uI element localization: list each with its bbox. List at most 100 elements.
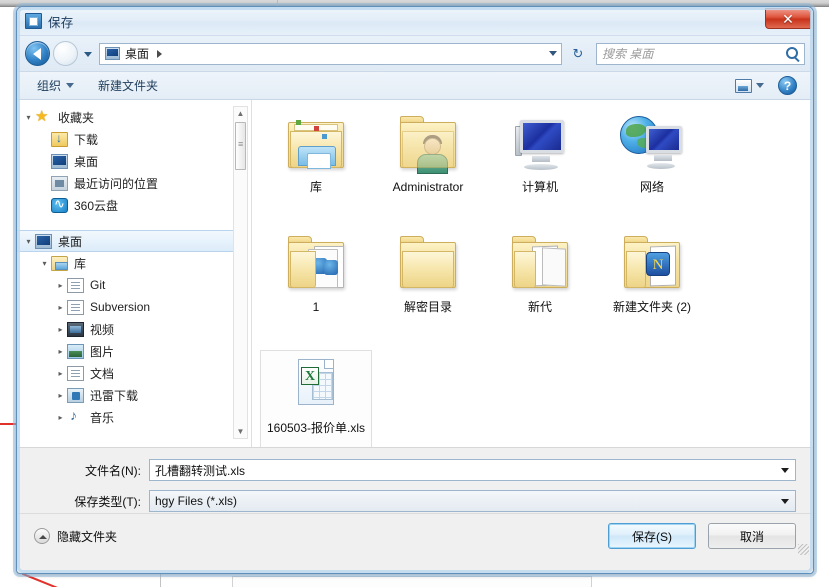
breadcrumb-chevron-icon[interactable] [157,49,163,58]
sidebar-item-label: 音乐 [90,410,115,425]
sidebar-item-label: 下载 [74,132,99,147]
desktop-icon [35,233,52,249]
chevron-down-icon[interactable]: ▾ [39,259,50,268]
sidebar-item-最近访问的位置[interactable]: 最近访问的位置 [17,172,251,194]
chevron-right-icon[interactable]: ▸ [55,391,66,400]
sidebar-item-360云盘[interactable]: 360云盘 [17,194,251,216]
music-icon [67,407,84,425]
help-button[interactable]: ? [778,76,797,95]
folder-stack-icon [284,234,348,296]
chevron-down-icon[interactable] [756,83,764,88]
file-item[interactable]: 计算机 [484,110,596,230]
scroll-down-icon[interactable]: ▼ [234,425,247,438]
user-folder-icon [396,114,460,176]
help-icon: ? [783,78,792,93]
chevron-down-icon[interactable] [781,468,789,473]
save-button-label: 保存(S) [632,529,672,544]
file-list: 库 Administrator 计算机 网络 1 解密目录 新代 N 新建文件夹 (2) X 160… [252,100,813,470]
file-item[interactable]: 1 [260,230,372,350]
cancel-button-label: 取消 [739,529,764,544]
sidebar-item-图片[interactable]: ▸ 图片 [17,340,251,362]
refresh-button[interactable]: ↻ [566,43,590,65]
desktop-icon [51,153,68,169]
sidebar-item-音乐[interactable]: ▸ 音乐 [17,406,251,428]
file-item[interactable]: 网络 [596,110,708,230]
hide-folders-button[interactable]: 隐藏文件夹 [34,528,117,545]
sidebar-item-收藏夹[interactable]: ▾ 收藏夹 [17,106,251,128]
save-button[interactable]: 保存(S) [608,523,696,549]
chevron-right-icon[interactable]: ▸ [55,325,66,334]
chevron-right-icon[interactable]: ▸ [55,347,66,356]
forward-button[interactable] [53,41,78,66]
libraries-icon [51,255,68,271]
chevron-right-icon[interactable]: ▸ [55,369,66,378]
navigation-bar: 桌面 ↻ 搜索 桌面 [17,36,813,72]
file-item-label: 网络 [639,180,664,194]
background-panel-bottom [232,576,592,587]
history-dropdown-button[interactable] [80,43,96,65]
sidebar-item-视频[interactable]: ▸ 视频 [17,318,251,340]
sidebar-item-label: 库 [74,256,87,271]
window-icon [25,13,42,29]
chevron-down-icon[interactable]: ▾ [23,237,34,246]
chevron-right-icon[interactable]: ▸ [55,281,66,290]
footer-buttons: 保存(S) 取消 [608,523,796,549]
back-button[interactable] [25,41,50,66]
organize-button[interactable]: 组织 [29,74,82,97]
resize-grip[interactable] [798,544,809,555]
file-item-label: 1 [312,300,320,314]
chevron-right-icon[interactable]: ▸ [55,303,66,312]
sidebar-item-桌面[interactable]: ▾ 桌面 [17,230,245,252]
downloads-icon [51,131,68,147]
sidebar-item-Git[interactable]: ▸ Git [17,274,251,296]
video-icon [67,321,84,337]
sidebar-item-Subversion[interactable]: ▸ Subversion [17,296,251,318]
file-item[interactable]: N 新建文件夹 (2) [596,230,708,350]
chevron-up-circle-icon [34,528,50,544]
address-bar[interactable]: 桌面 [99,42,562,65]
chevron-right-icon[interactable]: ▸ [55,413,66,422]
file-item-label: 160503-报价单.xls [266,421,366,435]
excel-file-icon: X [284,355,348,417]
scrollbar-thumb[interactable] [235,122,246,170]
chevron-down-icon [66,83,75,88]
chevron-down-icon[interactable] [781,499,789,504]
filetype-select[interactable]: hgy Files (*.xls) [149,490,796,512]
file-item[interactable]: Administrator [372,110,484,230]
sidebar-item-label: Subversion [90,300,151,314]
file-item[interactable]: 库 [260,110,372,230]
address-dropdown-icon[interactable] [549,50,557,56]
star-icon [35,107,52,125]
sidebar-item-文档[interactable]: ▸ 文档 [17,362,251,384]
libraries-folder-icon [284,114,348,176]
save-form: 文件名(N): 孔槽翻转测试.xls 保存类型(T): hgy Files (*… [17,447,813,513]
sidebar-item-迅雷下载[interactable]: ▸ 迅雷下载 [17,384,251,406]
new-folder-button[interactable]: 新建文件夹 [90,74,166,97]
hide-folders-label: 隐藏文件夹 [57,529,118,544]
sidebar-item-label: 迅雷下载 [90,388,139,403]
file-item-label: 新建文件夹 (2) [612,300,691,314]
sidebar-item-桌面[interactable]: 桌面 [17,150,251,172]
search-input[interactable]: 搜索 桌面 [596,42,805,65]
sidebar-scrollbar[interactable]: ▲ ▼ [233,106,248,439]
filename-input[interactable]: 孔槽翻转测试.xls [149,459,796,481]
background-divider-bottom [160,574,161,587]
scroll-up-icon[interactable]: ▲ [234,107,247,120]
sidebar-item-库[interactable]: ▾ 库 [17,252,251,274]
desktop-icon [105,47,120,60]
folder-icon [67,277,84,293]
network-icon [620,114,684,176]
search-placeholder: 搜索 桌面 [602,47,654,61]
cancel-button[interactable]: 取消 [708,523,796,549]
file-item-label: 解密目录 [403,300,452,314]
sidebar-item-下载[interactable]: 下载 [17,128,251,150]
file-item[interactable]: 新代 [484,230,596,350]
filename-label: 文件名(N): [85,463,141,478]
file-item[interactable]: 解密目录 [372,230,484,350]
close-button[interactable]: ✕ [765,8,811,29]
new-folder-label: 新建文件夹 [98,79,159,93]
refresh-icon: ↻ [572,45,584,61]
view-mode-icon[interactable] [735,78,752,93]
filetype-row: 保存类型(T): hgy Files (*.xls) [17,490,813,512]
chevron-down-icon[interactable]: ▾ [23,113,34,122]
